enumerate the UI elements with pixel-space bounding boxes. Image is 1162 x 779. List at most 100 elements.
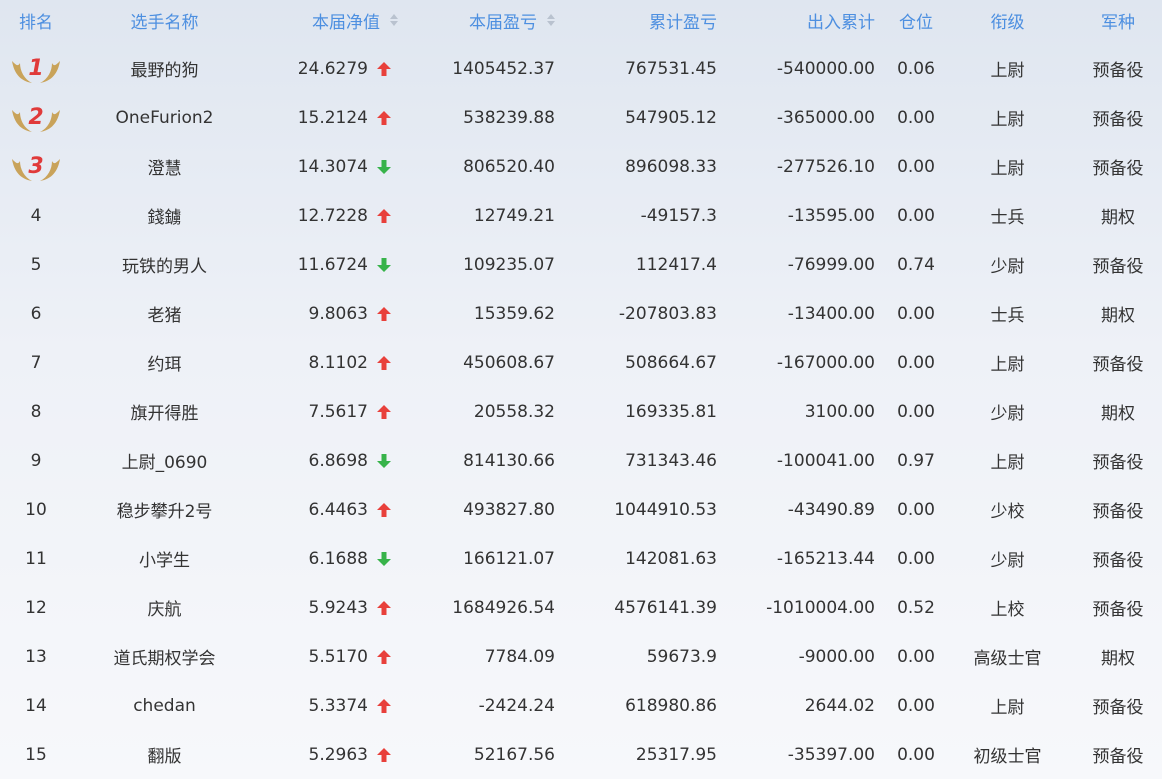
player-name[interactable]: 约珥 xyxy=(72,338,257,387)
flow-value: -100041.00 xyxy=(776,450,875,471)
player-name[interactable]: 最野的狗 xyxy=(72,44,257,93)
type-value: 预备役 xyxy=(1092,453,1144,473)
player-name[interactable]: 道氏期权学会 xyxy=(72,632,257,681)
type-value: 预备役 xyxy=(1092,747,1144,767)
arrow-up-icon xyxy=(372,93,396,142)
player-name[interactable]: 稳步攀升2号 xyxy=(72,485,257,534)
table-row[interactable]: 9 上尉_0690 6.8698 814130.66 731343.46 -100041.… xyxy=(0,436,1162,485)
rank-cell: 4 xyxy=(30,205,42,226)
title-value: 上尉 xyxy=(990,355,1025,375)
sort-icon[interactable] xyxy=(390,14,398,26)
type-value: 期权 xyxy=(1101,649,1135,669)
pnl-value: -2424.24 xyxy=(478,695,555,716)
pnl-value: 1684926.54 xyxy=(452,597,555,618)
medal-number: 1 xyxy=(28,56,43,81)
pnl-value: 814130.66 xyxy=(463,450,555,471)
title-value: 上尉 xyxy=(990,110,1025,130)
title-value: 少尉 xyxy=(990,551,1025,571)
cum-value: 142081.63 xyxy=(625,548,717,569)
header-pnl[interactable]: 本届盈亏 xyxy=(420,0,555,40)
table-row[interactable]: 4 錢鐪 12.7228 12749.21 -49157.3 -13595.00 0.00 士… xyxy=(0,191,1162,240)
table-row[interactable]: 10 稳步攀升2号 6.4463 493827.80 1044910.53 -43490.… xyxy=(0,485,1162,534)
flow-value: -35397.00 xyxy=(787,744,875,765)
player-name[interactable]: 上尉_0690 xyxy=(72,436,257,485)
type-value: 预备役 xyxy=(1092,355,1144,375)
arrow-up-icon xyxy=(372,485,396,534)
player-name[interactable]: 老猪 xyxy=(72,289,257,338)
table-row[interactable]: 12 庆航 5.9243 1684926.54 4576141.39 -1010004.0… xyxy=(0,583,1162,632)
header-flow[interactable]: 出入累计 xyxy=(722,0,875,40)
player-name[interactable]: 庆航 xyxy=(72,583,257,632)
cum-value: -207803.83 xyxy=(618,303,717,324)
pnl-value: 20558.32 xyxy=(473,401,555,422)
table-row[interactable]: 11 小学生 6.1688 166121.07 142081.63 -165213.44 0… xyxy=(0,534,1162,583)
position-value: 0.00 xyxy=(897,303,935,324)
rank-cell: 6 xyxy=(30,303,42,324)
nav-value: 6.8698 xyxy=(308,450,368,471)
player-name[interactable]: 旗开得胜 xyxy=(72,387,257,436)
flow-value: -165213.44 xyxy=(776,548,875,569)
table-row[interactable]: 3 澄慧 14.3074 806520.40 896098.33 -277526.10 0.… xyxy=(0,142,1162,191)
cum-value: 25317.95 xyxy=(635,744,717,765)
nav-value: 5.9243 xyxy=(308,597,368,618)
flow-value: -365000.00 xyxy=(776,107,875,128)
pnl-value: 166121.07 xyxy=(463,548,555,569)
player-name[interactable]: OneFurion2 xyxy=(72,93,257,142)
arrow-down-icon xyxy=(372,436,396,485)
arrow-up-icon xyxy=(372,730,396,779)
table-row[interactable]: 1 最野的狗 24.6279 1405452.37 767531.45 -540000.0… xyxy=(0,44,1162,93)
position-value: 0.06 xyxy=(897,58,935,79)
arrow-up-icon xyxy=(372,289,396,338)
title-value: 少校 xyxy=(990,502,1025,522)
type-value: 预备役 xyxy=(1092,600,1144,620)
position-value: 0.97 xyxy=(897,450,935,471)
nav-value: 5.3374 xyxy=(308,695,368,716)
sort-icon[interactable] xyxy=(547,14,555,26)
header-type[interactable]: 军种 xyxy=(1068,0,1162,40)
header-name[interactable]: 选手名称 xyxy=(72,0,257,40)
table-row[interactable]: 14 chedan 5.3374 -2424.24 618980.86 2644.02 0.… xyxy=(0,681,1162,730)
header-nav[interactable]: 本届净值 xyxy=(258,0,398,40)
player-name[interactable]: 小学生 xyxy=(72,534,257,583)
pnl-value: 538239.88 xyxy=(463,107,555,128)
player-name[interactable]: chedan xyxy=(72,681,257,730)
type-value: 预备役 xyxy=(1092,159,1144,179)
player-name[interactable]: 澄慧 xyxy=(72,142,257,191)
header-rank[interactable]: 排名 xyxy=(0,0,72,40)
header-position[interactable]: 仓位 xyxy=(885,0,947,40)
header-title[interactable]: 衔级 xyxy=(955,0,1060,40)
position-value: 0.00 xyxy=(897,548,935,569)
cum-value: 112417.4 xyxy=(635,254,717,275)
nav-value: 24.6279 xyxy=(297,58,368,79)
table-row[interactable]: 2 OneFurion2 15.2124 538239.88 547905.12 -365… xyxy=(0,93,1162,142)
rank-medal-icon: 3 xyxy=(0,142,72,191)
type-value: 预备役 xyxy=(1092,61,1144,81)
position-value: 0.00 xyxy=(897,744,935,765)
table-row[interactable]: 5 玩铁的男人 11.6724 109235.07 112417.4 -76999.00 0… xyxy=(0,240,1162,289)
pnl-value: 450608.67 xyxy=(463,352,555,373)
player-name[interactable]: 玩铁的男人 xyxy=(72,240,257,289)
cum-value: 547905.12 xyxy=(625,107,717,128)
rank-cell: 11 xyxy=(25,548,47,569)
position-value: 0.00 xyxy=(897,205,935,226)
nav-value: 9.8063 xyxy=(308,303,368,324)
table-row[interactable]: 15 翻版 5.2963 52167.56 25317.95 -35397.00 0.00 初… xyxy=(0,730,1162,779)
player-name[interactable]: 翻版 xyxy=(72,730,257,779)
title-value: 上尉 xyxy=(990,159,1025,179)
header-cum[interactable]: 累计盈亏 xyxy=(560,0,717,40)
table-row[interactable]: 6 老猪 9.8063 15359.62 -207803.83 -13400.00 0.00… xyxy=(0,289,1162,338)
cum-value: -49157.3 xyxy=(640,205,717,226)
player-name[interactable]: 錢鐪 xyxy=(72,191,257,240)
table-row[interactable]: 13 道氏期权学会 5.5170 7784.09 59673.9 -9000.00 0.00… xyxy=(0,632,1162,681)
title-value: 高级士官 xyxy=(973,649,1042,669)
table-row[interactable]: 7 约珥 8.1102 450608.67 508664.67 -167000.00 0.0… xyxy=(0,338,1162,387)
pnl-value: 493827.80 xyxy=(463,499,555,520)
table-header: 排名 选手名称 本届净值 本届盈亏 累计盈亏 出入累计 仓位 衔级 军种 xyxy=(0,0,1162,40)
table-row[interactable]: 8 旗开得胜 7.5617 20558.32 169335.81 3100.00 0.00 少… xyxy=(0,387,1162,436)
arrow-up-icon xyxy=(372,681,396,730)
cum-value: 4576141.39 xyxy=(614,597,717,618)
type-value: 预备役 xyxy=(1092,551,1144,571)
title-value: 上尉 xyxy=(990,453,1025,473)
rank-cell: 8 xyxy=(30,401,42,422)
arrow-up-icon xyxy=(372,632,396,681)
